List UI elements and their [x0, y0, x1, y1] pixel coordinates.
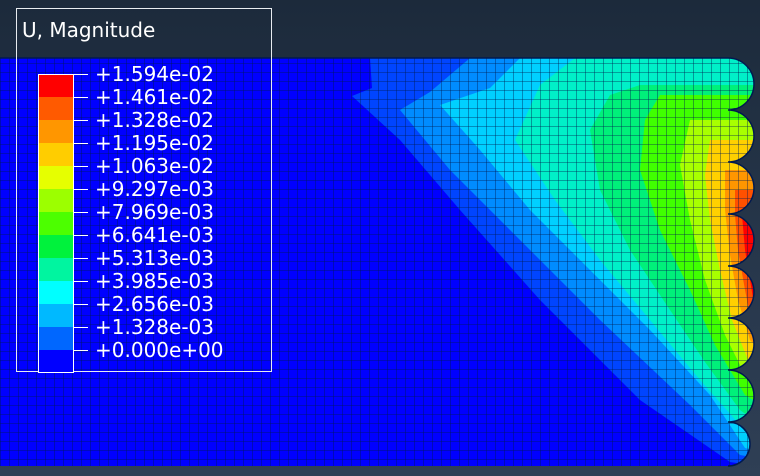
legend-swatch — [38, 258, 74, 281]
viewport[interactable]: U, Magnitude +1.594e-02 +1.461e-02 +1.328e… — [0, 0, 760, 476]
legend-value-label: +3.985e-03 — [95, 269, 214, 293]
legend-tick — [74, 120, 88, 121]
legend-value-label: +6.641e-03 — [95, 223, 214, 247]
legend-tick — [74, 166, 88, 167]
legend-value-label: +1.063e-02 — [95, 154, 214, 178]
legend-tick — [74, 189, 88, 190]
legend-swatch — [38, 189, 74, 212]
legend-value-label: +1.328e-02 — [95, 108, 214, 132]
legend-value-label: +2.656e-03 — [95, 292, 214, 316]
legend-tick — [74, 97, 88, 98]
legend-swatch — [38, 74, 74, 97]
legend-tick — [74, 143, 88, 144]
legend-swatch — [38, 143, 74, 166]
legend-color-bar — [38, 74, 74, 373]
legend-swatch — [38, 327, 74, 350]
legend-tick — [74, 212, 88, 213]
legend-value-label: +1.594e-02 — [95, 62, 214, 86]
legend-value-label: +7.969e-03 — [95, 200, 214, 224]
legend-swatch — [38, 166, 74, 189]
legend-swatch — [38, 281, 74, 304]
legend-tick — [74, 304, 88, 305]
legend-swatch — [38, 235, 74, 258]
legend-swatch — [38, 304, 74, 327]
legend-swatch — [38, 97, 74, 120]
legend-value-label: +9.297e-03 — [95, 177, 214, 201]
legend-tick — [74, 74, 88, 75]
legend-title: U, Magnitude — [22, 18, 156, 42]
legend-value-label: +1.328e-03 — [95, 315, 214, 339]
legend-value-label: +0.000e+00 — [95, 338, 224, 362]
legend-tick — [74, 235, 88, 236]
legend-swatch — [38, 212, 74, 235]
legend-value-label: +5.313e-03 — [95, 246, 214, 270]
legend-tick — [74, 281, 88, 282]
legend-tick — [74, 258, 88, 259]
legend-swatch — [38, 350, 74, 373]
legend-tick — [74, 350, 88, 351]
legend-tick — [74, 327, 88, 328]
legend-swatch — [38, 120, 74, 143]
legend-value-label: +1.195e-02 — [95, 131, 214, 155]
legend-value-label: +1.461e-02 — [95, 85, 214, 109]
